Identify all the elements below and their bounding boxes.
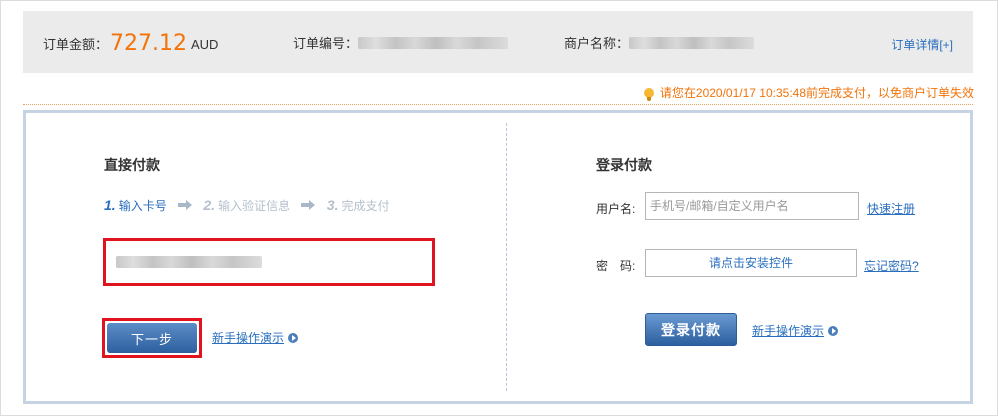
login-pay-button[interactable]: 登录付款 (645, 313, 737, 346)
card-number-redacted (116, 256, 262, 268)
payment-panel: 直接付款 1. 输入卡号 2. 输入验证信息 3. 完成支付 下一步 新手操作演示 登… (23, 110, 973, 404)
payment-deadline-notice: 请您在2020/01/17 10:35:48前完成支付，以免商户订单失效 (643, 84, 974, 101)
direct-pay-title: 直接付款 (104, 157, 160, 173)
step-1: 1. 输入卡号 (104, 197, 167, 213)
merchant-name: 商户名称： (564, 11, 755, 73)
install-plugin-field[interactable]: 请点击安装控件 (645, 249, 857, 277)
order-number-label: 订单编号： (293, 36, 359, 51)
merchant-name-label: 商户名称： (564, 36, 630, 51)
direct-demo-link[interactable]: 新手操作演示 (212, 329, 299, 346)
order-number-redacted (358, 37, 509, 49)
step-2: 2. 输入验证信息 (203, 197, 291, 213)
order-amount: 订单金额：727.12 AUD (43, 11, 218, 73)
login-pay-title: 登录付款 (596, 157, 652, 173)
next-button-highlight: 下一步 (102, 318, 202, 358)
step-3: 3. 完成支付 (326, 197, 390, 213)
play-icon (828, 326, 839, 336)
arrow-right-icon (178, 200, 193, 210)
password-label: 密 码: (596, 259, 636, 273)
merchant-name-redacted (629, 37, 755, 49)
next-step-button[interactable]: 下一步 (107, 323, 197, 353)
order-amount-label: 订单金额： (43, 37, 109, 52)
order-currency: AUD (191, 37, 219, 52)
order-summary-bar: 订单金额：727.12 AUD 订单编号： 商户名称： 订单详情[+] (23, 11, 973, 73)
notice-text: 请您在2020/01/17 10:35:48前完成支付，以免商户订单失效 (659, 86, 974, 100)
forgot-password-link[interactable]: 忘记密码? (864, 257, 919, 274)
quick-register-link[interactable]: 快速注册 (867, 200, 915, 217)
arrow-right-icon (301, 200, 316, 210)
panel-divider (506, 123, 507, 391)
order-amount-value: 727.12 (110, 31, 187, 56)
order-details-link[interactable]: 订单详情[+] (891, 11, 953, 79)
card-number-input[interactable] (103, 238, 435, 286)
step-indicator: 1. 输入卡号 2. 输入验证信息 3. 完成支付 (104, 197, 389, 214)
play-icon (288, 333, 299, 343)
order-number: 订单编号： (293, 11, 509, 73)
lightbulb-icon (643, 88, 654, 101)
notice-divider (23, 104, 973, 105)
username-label: 用户名: (596, 202, 636, 216)
username-input[interactable] (645, 192, 859, 220)
login-demo-link[interactable]: 新手操作演示 (752, 322, 839, 339)
